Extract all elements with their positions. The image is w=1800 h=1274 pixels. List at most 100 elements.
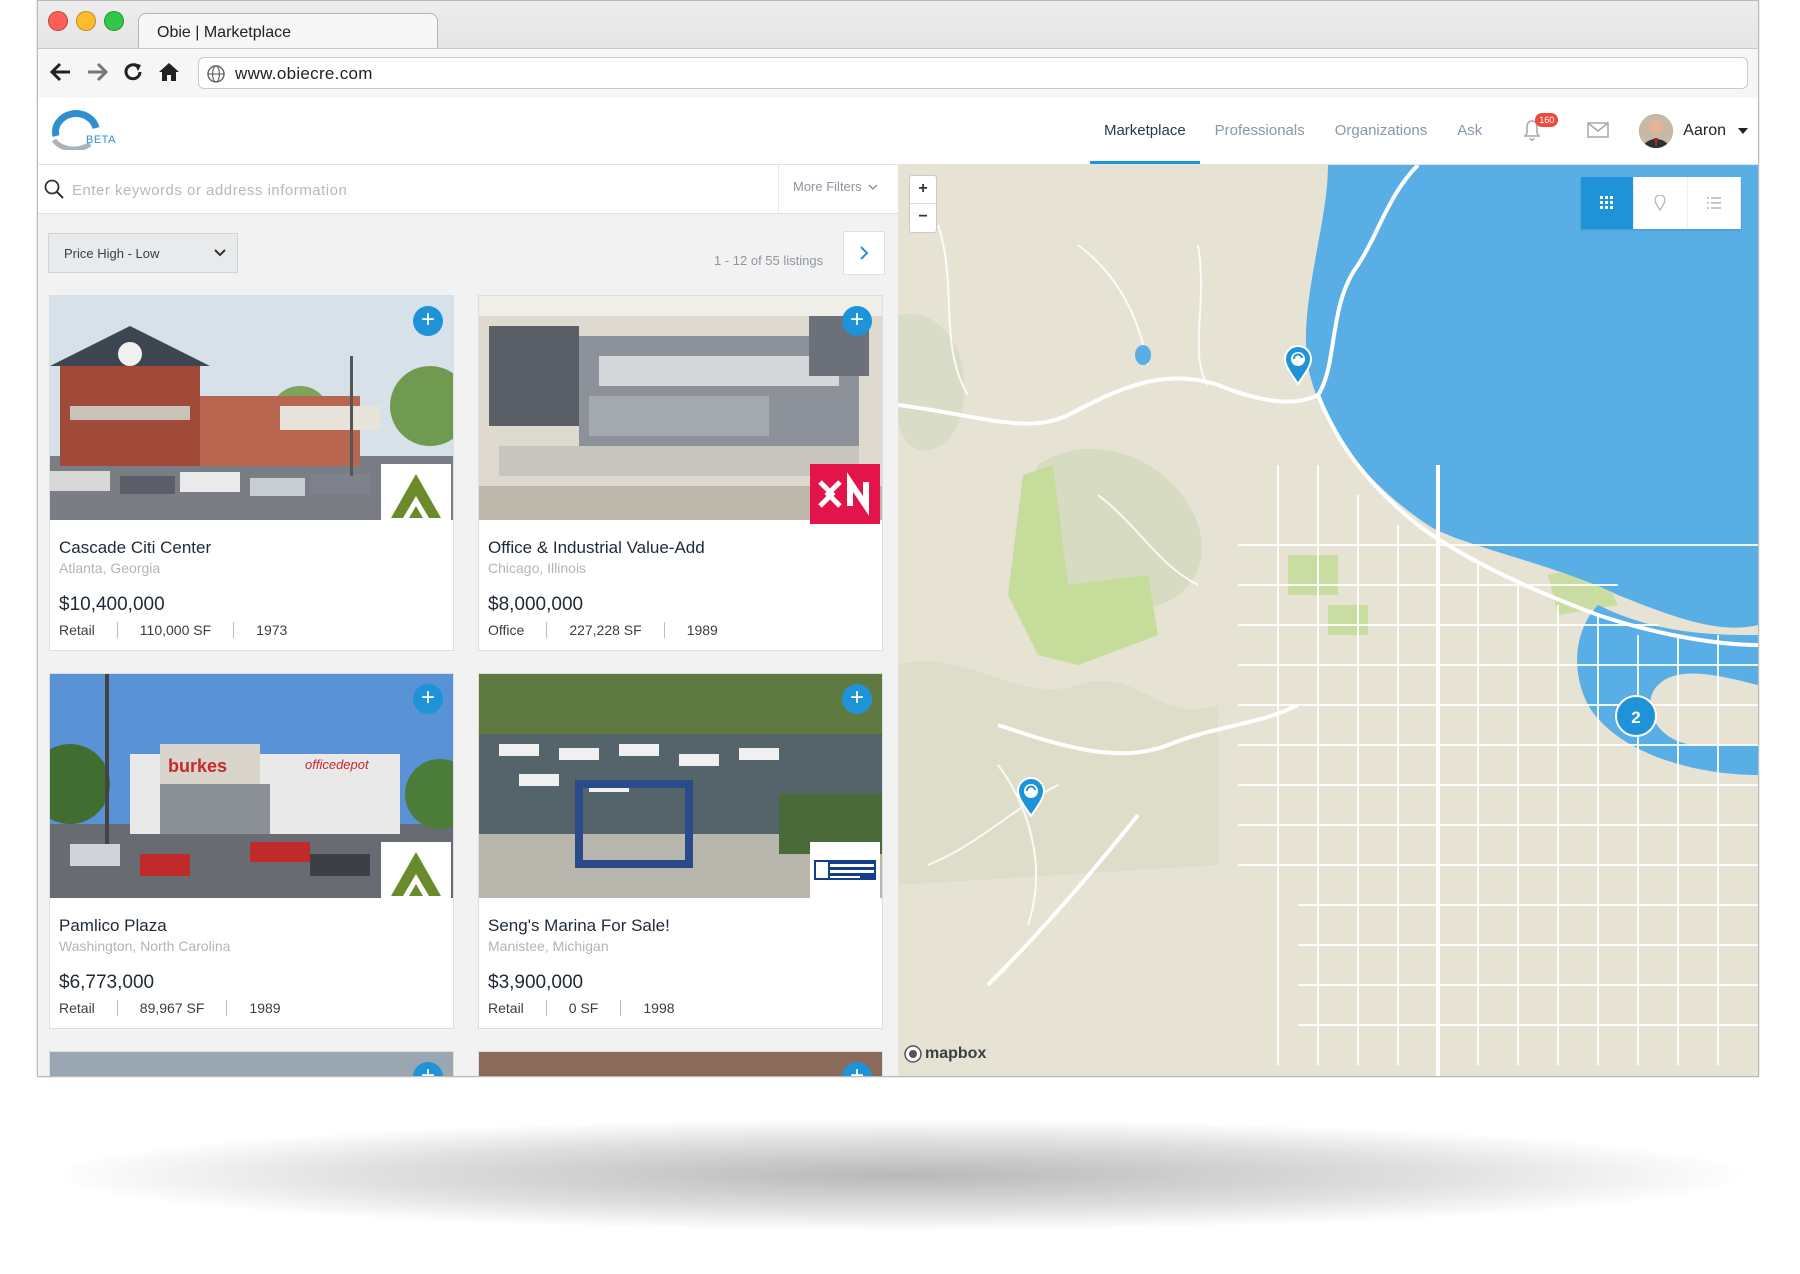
- map-pin-icon: [1654, 195, 1667, 211]
- divider: [233, 622, 235, 638]
- broker-logo: [810, 464, 880, 524]
- address-bar[interactable]: www.obiecre.com: [198, 57, 1748, 89]
- broker-logo: [381, 842, 451, 902]
- listing-card[interactable]: + Cascade Citi Center Atlanta, Georgia $…: [49, 295, 454, 651]
- listing-year: 1989: [686, 622, 718, 638]
- listing-meta: Office 227,228 SF 1989: [488, 622, 718, 638]
- svg-text:officedepot: officedepot: [305, 757, 370, 772]
- mail-icon[interactable]: [1587, 122, 1611, 140]
- back-icon[interactable]: [48, 59, 74, 85]
- top-navigation: Marketplace Professionals Organizations …: [1089, 98, 1758, 164]
- zoom-in-button[interactable]: +: [910, 176, 936, 204]
- user-name[interactable]: Aaron: [1683, 122, 1726, 140]
- listing-card[interactable]: +: [478, 1051, 883, 1076]
- divider: [546, 622, 548, 638]
- user-menu-caret-icon[interactable]: [1738, 128, 1748, 134]
- divider: [116, 622, 118, 638]
- listing-card[interactable]: +: [49, 1051, 454, 1076]
- browser-chrome: Obie | Marketplace www.obiecre.com: [38, 1, 1758, 99]
- close-window-button[interactable]: [48, 11, 68, 31]
- search-icon: [44, 179, 64, 204]
- globe-icon: [207, 65, 225, 88]
- listing-price: $6,773,000: [59, 972, 155, 993]
- forward-icon[interactable]: [84, 59, 110, 85]
- listing-photo: [50, 1052, 453, 1076]
- broker-logo: [381, 464, 451, 524]
- listing-location: Washington, North Carolina: [59, 938, 231, 954]
- home-icon[interactable]: [156, 59, 182, 85]
- listing-location: Atlanta, Georgia: [59, 560, 161, 576]
- chevron-right-icon: [860, 246, 869, 260]
- map-pin-icon[interactable]: [1283, 345, 1313, 386]
- map-pin-icon[interactable]: [1016, 777, 1046, 818]
- svg-text:burkes: burkes: [168, 756, 227, 776]
- listing-type: Retail: [59, 622, 95, 638]
- zoom-out-button[interactable]: −: [910, 204, 936, 231]
- add-listing-button[interactable]: +: [413, 306, 443, 336]
- nav-marketplace[interactable]: Marketplace: [1089, 98, 1200, 164]
- tab-title: Obie | Marketplace: [157, 24, 291, 41]
- listing-location: Chicago, Illinois: [488, 560, 587, 576]
- grid-view-button[interactable]: [1581, 177, 1635, 229]
- beta-badge: BETA: [86, 134, 116, 146]
- divider: [226, 1000, 228, 1016]
- listing-year: 1998: [643, 1000, 675, 1016]
- listing-meta: Retail 110,000 SF 1973: [59, 622, 287, 638]
- reload-icon[interactable]: [120, 59, 146, 85]
- listing-title: Seng's Marina For Sale!: [488, 916, 670, 935]
- more-filters-button[interactable]: More Filters: [778, 165, 898, 213]
- listing-title: Cascade Citi Center: [59, 538, 212, 557]
- app-header: BETA Marketplace Professionals Organizat…: [38, 98, 1758, 165]
- add-listing-button[interactable]: +: [842, 684, 872, 714]
- browser-window: Obie | Marketplace www.obiecre.com BETA …: [37, 0, 1759, 1077]
- divider: [116, 1000, 118, 1016]
- add-listing-button[interactable]: +: [842, 306, 872, 336]
- divider: [620, 1000, 622, 1016]
- mapbox-attribution[interactable]: mapbox: [904, 1045, 986, 1063]
- listing-size: 110,000 SF: [139, 622, 212, 638]
- listing-title: Office & Industrial Value-Add: [488, 538, 705, 557]
- notification-bell-icon[interactable]: 160: [1523, 113, 1559, 143]
- listing-card[interactable]: + Office & Industrial Value-Add Chicago,…: [478, 295, 883, 651]
- listing-card[interactable]: + Seng's Marina For Sale! Manistee, Mich…: [478, 673, 883, 1029]
- listing-location: Manistee, Michigan: [488, 938, 609, 954]
- add-listing-button[interactable]: +: [413, 684, 443, 714]
- map-cluster-marker[interactable]: 2: [1615, 695, 1657, 737]
- map-canvas[interactable]: [898, 165, 1758, 1076]
- search-input[interactable]: [70, 175, 674, 205]
- list-icon: [1706, 197, 1721, 209]
- nav-professionals[interactable]: Professionals: [1215, 98, 1305, 164]
- url-text: www.obiecre.com: [235, 64, 373, 83]
- minimize-window-button[interactable]: [76, 11, 96, 31]
- list-view-button[interactable]: [1688, 177, 1741, 229]
- more-filters-label: More Filters: [793, 179, 862, 194]
- window-controls: [48, 11, 124, 31]
- sort-select[interactable]: Price High - Low: [48, 233, 238, 273]
- listing-price: $10,400,000: [59, 594, 165, 615]
- divider: [663, 622, 665, 638]
- grid-icon: [1600, 196, 1614, 209]
- zoom-window-button[interactable]: [104, 11, 124, 31]
- listing-type: Retail: [488, 1000, 524, 1016]
- broker-logo: [810, 842, 880, 902]
- listing-type: Office: [488, 622, 525, 638]
- listing-price: $3,900,000: [488, 972, 584, 993]
- user-avatar[interactable]: [1639, 114, 1674, 148]
- map-view[interactable]: + − 2 mapbox: [898, 165, 1758, 1076]
- listing-photo: [479, 1052, 882, 1076]
- mapbox-logo-icon: [904, 1045, 922, 1063]
- nav-ask[interactable]: Ask: [1457, 98, 1482, 164]
- window-shadow: [60, 1120, 1740, 1230]
- browser-tab[interactable]: Obie | Marketplace: [138, 13, 438, 49]
- listing-price: $8,000,000: [488, 594, 584, 615]
- obie-logo[interactable]: BETA: [50, 110, 120, 154]
- browser-toolbar: www.obiecre.com: [38, 48, 1758, 99]
- divider: [545, 1000, 547, 1016]
- search-bar: More Filters: [38, 165, 898, 214]
- listing-size: 227,228 SF: [569, 622, 642, 638]
- nav-organizations[interactable]: Organizations: [1335, 98, 1428, 164]
- listing-title: Pamlico Plaza: [59, 916, 167, 935]
- listing-card[interactable]: burkes officedepot + Pamlico Plaza Washi…: [49, 673, 454, 1029]
- map-view-button[interactable]: [1634, 177, 1688, 229]
- next-page-button[interactable]: [843, 231, 885, 275]
